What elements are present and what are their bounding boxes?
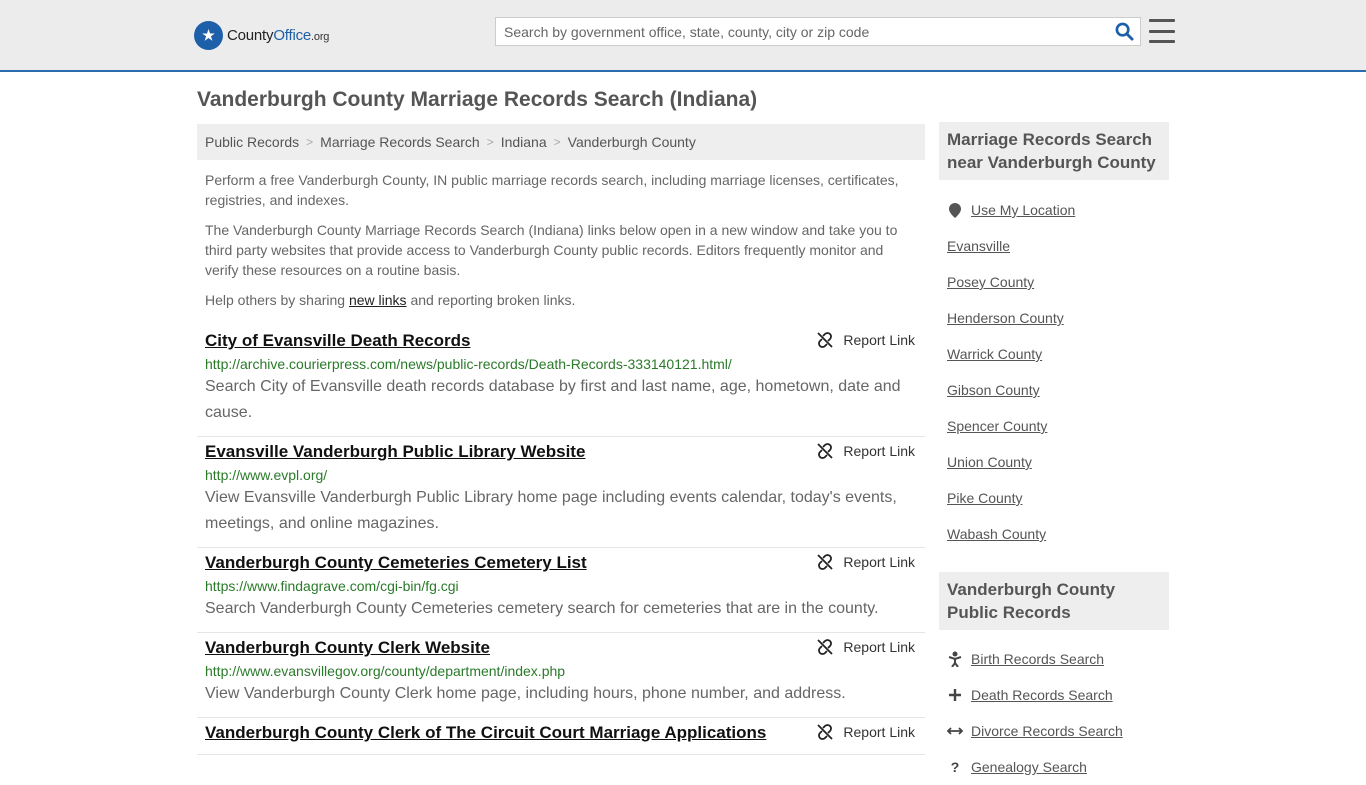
nearby-link-pike[interactable]: Pike County bbox=[947, 490, 1022, 506]
public-records-heading: Vanderburgh County Public Records bbox=[947, 580, 1116, 622]
result-description: View Vanderburgh County Clerk home page,… bbox=[205, 685, 846, 702]
use-location-item: Use My Location bbox=[947, 192, 1169, 228]
nearby-item: Pike County bbox=[947, 480, 1169, 516]
result-description: View Evansville Vanderburgh Public Libra… bbox=[205, 489, 897, 532]
search-icon[interactable] bbox=[1108, 18, 1140, 45]
result-url: https://www.findagrave.com/cgi-bin/fg.cg… bbox=[205, 578, 459, 594]
nearby-link-warrick[interactable]: Warrick County bbox=[947, 346, 1042, 362]
new-links-link[interactable]: new links bbox=[349, 292, 407, 308]
site-header: ★ CountyOffice.org bbox=[0, 0, 1366, 72]
breadcrumb-separator: > bbox=[306, 135, 314, 149]
broken-link-icon bbox=[817, 639, 834, 655]
public-record-item: Death Records Search bbox=[947, 677, 1169, 713]
breadcrumb-indiana[interactable]: Indiana bbox=[501, 134, 547, 150]
nearby-link-posey[interactable]: Posey County bbox=[947, 274, 1034, 290]
nearby-item: Spencer County bbox=[947, 408, 1169, 444]
result-description: Search Vanderburgh County Cemeteries cem… bbox=[205, 600, 879, 617]
search-input[interactable] bbox=[496, 18, 1108, 45]
nearby-item: Henderson County bbox=[947, 300, 1169, 336]
location-pin-icon bbox=[947, 202, 963, 218]
birth-records-link[interactable]: Birth Records Search bbox=[971, 651, 1104, 667]
nearby-link-gibson[interactable]: Gibson County bbox=[947, 382, 1040, 398]
result-title-link[interactable]: Vanderburgh County Clerk of The Circuit … bbox=[205, 722, 766, 744]
breadcrumb-separator: > bbox=[553, 135, 561, 149]
report-link-button[interactable]: Report Link bbox=[817, 332, 915, 348]
report-link-button[interactable]: Report Link bbox=[817, 639, 915, 655]
results-list: City of Evansville Death Records Report … bbox=[197, 326, 925, 755]
breadcrumb-public-records[interactable]: Public Records bbox=[205, 134, 299, 150]
result-description: Search City of Evansville death records … bbox=[205, 378, 901, 421]
public-records-list: Birth Records Search Death Records Searc… bbox=[947, 641, 1169, 785]
result-item: Vanderburgh County Cemeteries Cemetery L… bbox=[197, 548, 925, 633]
result-item: City of Evansville Death Records Report … bbox=[197, 326, 925, 437]
breadcrumb-vanderburgh[interactable]: Vanderburgh County bbox=[568, 134, 696, 150]
breadcrumb-marriage-records[interactable]: Marriage Records Search bbox=[320, 134, 480, 150]
public-record-item: Divorce Records Search bbox=[947, 713, 1169, 749]
report-link-button[interactable]: Report Link bbox=[817, 443, 915, 459]
use-my-location-link[interactable]: Use My Location bbox=[971, 202, 1075, 218]
nearby-item: Warrick County bbox=[947, 336, 1169, 372]
public-record-item: Birth Records Search bbox=[947, 641, 1169, 677]
public-records-heading-box: Vanderburgh County Public Records bbox=[939, 572, 1169, 630]
death-records-link[interactable]: Death Records Search bbox=[971, 687, 1113, 703]
nearby-link-spencer[interactable]: Spencer County bbox=[947, 418, 1047, 434]
cross-icon bbox=[947, 688, 963, 702]
result-url: http://www.evpl.org/ bbox=[205, 467, 328, 483]
report-link-button[interactable]: Report Link bbox=[817, 724, 915, 740]
arrows-icon bbox=[947, 726, 963, 736]
nearby-link-henderson[interactable]: Henderson County bbox=[947, 310, 1064, 326]
result-title-link[interactable]: Vanderburgh County Clerk Website bbox=[205, 637, 490, 659]
result-item: Evansville Vanderburgh Public Library We… bbox=[197, 437, 925, 548]
nearby-item: Wabash County bbox=[947, 516, 1169, 552]
result-title-link[interactable]: Evansville Vanderburgh Public Library We… bbox=[205, 441, 585, 463]
seal-icon: ★ bbox=[194, 20, 223, 50]
page-title: Vanderburgh County Marriage Records Sear… bbox=[197, 88, 758, 111]
result-item: Vanderburgh County Clerk Website Report … bbox=[197, 633, 925, 718]
nearby-link-evansville[interactable]: Evansville bbox=[947, 238, 1010, 254]
nearby-link-wabash[interactable]: Wabash County bbox=[947, 526, 1046, 542]
result-url: http://archive.courierpress.com/news/pub… bbox=[205, 356, 732, 372]
result-url: http://www.evansvillegov.org/county/depa… bbox=[205, 663, 566, 679]
intro-text: Perform a free Vanderburgh County, IN pu… bbox=[205, 170, 915, 320]
report-link-button[interactable]: Report Link bbox=[817, 554, 915, 570]
nearby-item: Gibson County bbox=[947, 372, 1169, 408]
divorce-records-link[interactable]: Divorce Records Search bbox=[971, 723, 1123, 739]
broken-link-icon bbox=[817, 554, 834, 570]
nearby-link-union[interactable]: Union County bbox=[947, 454, 1032, 470]
result-title-link[interactable]: Vanderburgh County Cemeteries Cemetery L… bbox=[205, 552, 587, 574]
nearby-heading: Marriage Records Search near Vanderburgh… bbox=[947, 130, 1156, 172]
baby-icon bbox=[947, 651, 963, 667]
broken-link-icon bbox=[817, 332, 834, 348]
search-box bbox=[495, 17, 1141, 46]
question-icon: ? bbox=[950, 759, 960, 775]
broken-link-icon bbox=[817, 724, 834, 740]
result-title-link[interactable]: City of Evansville Death Records bbox=[205, 330, 470, 352]
result-item: Vanderburgh County Clerk of The Circuit … bbox=[197, 718, 925, 755]
nearby-list: Use My Location Evansville Posey County … bbox=[947, 192, 1169, 552]
site-logo[interactable]: ★ CountyOffice.org bbox=[194, 20, 329, 50]
intro-paragraph: The Vanderburgh County Marriage Records … bbox=[205, 222, 898, 278]
share-paragraph: Help others by sharing new links and rep… bbox=[205, 292, 576, 308]
intro-paragraph: Perform a free Vanderburgh County, IN pu… bbox=[205, 172, 899, 208]
hamburger-menu-icon[interactable] bbox=[1149, 19, 1175, 43]
nearby-item: Posey County bbox=[947, 264, 1169, 300]
genealogy-search-link[interactable]: Genealogy Search bbox=[971, 759, 1087, 775]
logo-text: CountyOffice.org bbox=[227, 26, 330, 44]
breadcrumb: Public Records > Marriage Records Search… bbox=[197, 124, 925, 160]
nearby-item: Union County bbox=[947, 444, 1169, 480]
nearby-item: Evansville bbox=[947, 228, 1169, 264]
broken-link-icon bbox=[817, 443, 834, 459]
public-record-item: ? Genealogy Search bbox=[947, 749, 1169, 785]
breadcrumb-separator: > bbox=[486, 135, 494, 149]
nearby-heading-box: Marriage Records Search near Vanderburgh… bbox=[939, 122, 1169, 180]
